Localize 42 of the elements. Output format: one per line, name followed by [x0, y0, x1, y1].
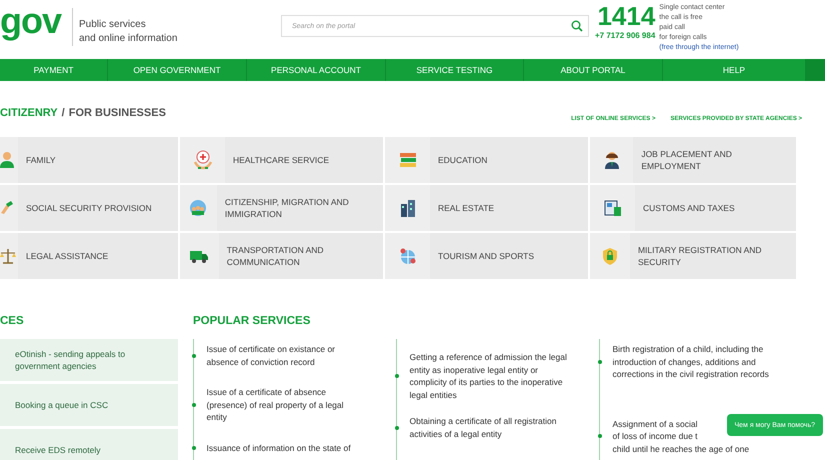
category-tile[interactable]: CITIZENSHIP, MIGRATION AND IMMIGRATION	[180, 185, 383, 231]
section-title: POPULAR SERVICES	[193, 315, 312, 329]
category-tile[interactable]: SOCIAL SECURITY PROVISION	[0, 185, 178, 231]
category-tile[interactable]: REAL ESTATE	[385, 185, 588, 231]
category-tile[interactable]: JOB PLACEMENT AND EMPLOYMENT	[590, 137, 796, 183]
bullet-dot-icon	[394, 426, 398, 430]
popular-service-link[interactable]: Issuance of information on the state of	[196, 442, 381, 454]
bullet-dot-icon	[598, 360, 602, 364]
category-tile[interactable]: FAMILY	[0, 137, 178, 183]
globe-people-icon	[188, 198, 208, 218]
bullet-dot-icon	[192, 354, 196, 358]
globe-pins-icon	[398, 246, 418, 266]
tagline: Public services and online information	[72, 8, 279, 46]
popular-service-link[interactable]: Birth registration of a child, including the introduction of changes, additions and corrections in the civil registration records	[602, 343, 800, 380]
bullet-dot-icon	[192, 402, 196, 407]
category-tile[interactable]: TOURISM AND SPORTS	[385, 233, 588, 279]
popular-service-link[interactable]: Issue of a certificate of absence (presence) of real property of a legal entity	[196, 386, 394, 424]
category-tile[interactable]: CUSTOMS AND TAXES	[590, 185, 796, 231]
nav-bar-end	[806, 59, 825, 81]
documents-icon	[602, 198, 622, 218]
bullet-dot-icon	[192, 446, 196, 450]
section-title: CES	[0, 315, 25, 329]
category-tile[interactable]: HEALTHCARE SERVICE	[180, 137, 383, 183]
category-tile[interactable]: LEGAL ASSISTANCE	[0, 233, 178, 279]
hotline-number: 1414	[597, 3, 656, 29]
category-tile[interactable]: TRANSPORTATION AND COMMUNICATION	[180, 233, 383, 279]
bullet-dot-icon	[598, 434, 602, 438]
phone-number: +7 7172 906 984	[595, 31, 656, 40]
category-tile[interactable]: MILITARY REGISTRATION AND SECURITY	[590, 233, 796, 279]
category-tile[interactable]: EDUCATION	[385, 137, 588, 183]
scales-icon	[0, 246, 18, 266]
bullet-dot-icon	[394, 374, 398, 378]
service-card[interactable]: Receive EDS remotely	[0, 429, 178, 460]
popular-service-link[interactable]: Getting a reference of admission the legal entity as inoperative legal entity or complicity of its parties to the inoperative legal entities	[398, 351, 597, 401]
books-icon	[398, 150, 418, 170]
service-card[interactable]: Booking a queue in CSC	[0, 384, 178, 426]
tab-separator: /	[62, 107, 65, 119]
hands-cross-icon	[192, 150, 212, 170]
popular-service-link[interactable]: Issue of certificate on existance or absence of conviction record	[196, 343, 394, 368]
popular-service-link[interactable]: Obtaining a certificate of all registration activities of a legal entity	[398, 415, 597, 440]
service-card[interactable]: eOtinish - sending appeals to government agencies	[0, 339, 178, 381]
audience-tab[interactable]: FOR BUSINESSES	[68, 107, 166, 119]
